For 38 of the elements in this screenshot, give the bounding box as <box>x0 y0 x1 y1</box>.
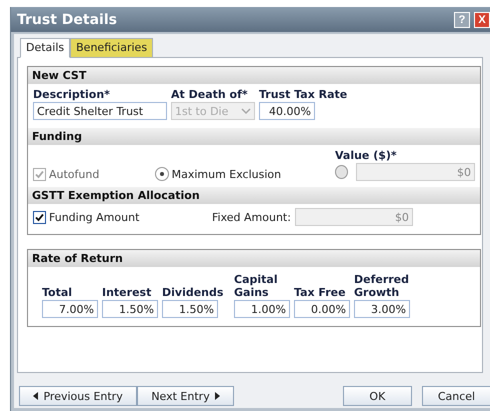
column-label: Deferred Growth <box>354 273 410 299</box>
column-label: Total <box>42 286 74 299</box>
tab[interactable]: Beneficiaries <box>70 38 154 58</box>
column-label: Capital Gains <box>234 273 279 299</box>
close-button[interactable]: X <box>474 12 490 28</box>
rate-field[interactable]: 1.50% <box>102 300 158 318</box>
previous-entry-button[interactable]: Previous Entry <box>19 386 138 406</box>
rate-field[interactable]: 3.00% <box>354 300 410 318</box>
ok-button[interactable]: OK <box>342 386 412 406</box>
checkbox-label: Autofund <box>49 168 100 181</box>
rate-field[interactable]: 1.50% <box>162 300 218 318</box>
cancel-button[interactable]: Cancel <box>422 386 490 406</box>
column-label: Tax Free <box>294 286 347 299</box>
field-label: At Death of* <box>171 88 249 101</box>
rate-field[interactable]: 1.00% <box>234 300 290 318</box>
funding-amount-checkbox[interactable] <box>33 210 46 224</box>
column-label: Interest <box>102 286 152 299</box>
section-header: GSTT Exemption Allocation <box>28 187 480 204</box>
section-header: Rate of Return <box>28 250 480 267</box>
radio-button[interactable] <box>154 167 169 181</box>
rate-field[interactable]: 0.00% <box>294 300 350 318</box>
section-header: Funding <box>28 128 480 145</box>
field-label: Description* <box>33 88 111 101</box>
section-header: New CST <box>28 67 480 84</box>
next-entry-button[interactable]: Next Entry <box>137 386 234 406</box>
field-label: Trust Tax Rate <box>259 88 348 101</box>
radio-button[interactable] <box>335 165 348 179</box>
tab[interactable]: Details <box>20 38 70 58</box>
radio-label: Maximum Exclusion <box>172 168 282 180</box>
window-title: Trust Details <box>17 12 118 28</box>
checkbox-label: Funding Amount <box>49 210 140 224</box>
field-label: Value ($)* <box>335 149 398 162</box>
left-arrow-icon <box>33 392 38 400</box>
trust-tax-rate-field[interactable]: 40.00% <box>259 102 315 120</box>
field-label: Fixed Amount: <box>212 210 291 224</box>
rate-field[interactable]: 7.00% <box>42 300 98 318</box>
right-arrow-icon <box>214 392 220 400</box>
description-field[interactable]: Credit Shelter Trust <box>33 102 167 120</box>
